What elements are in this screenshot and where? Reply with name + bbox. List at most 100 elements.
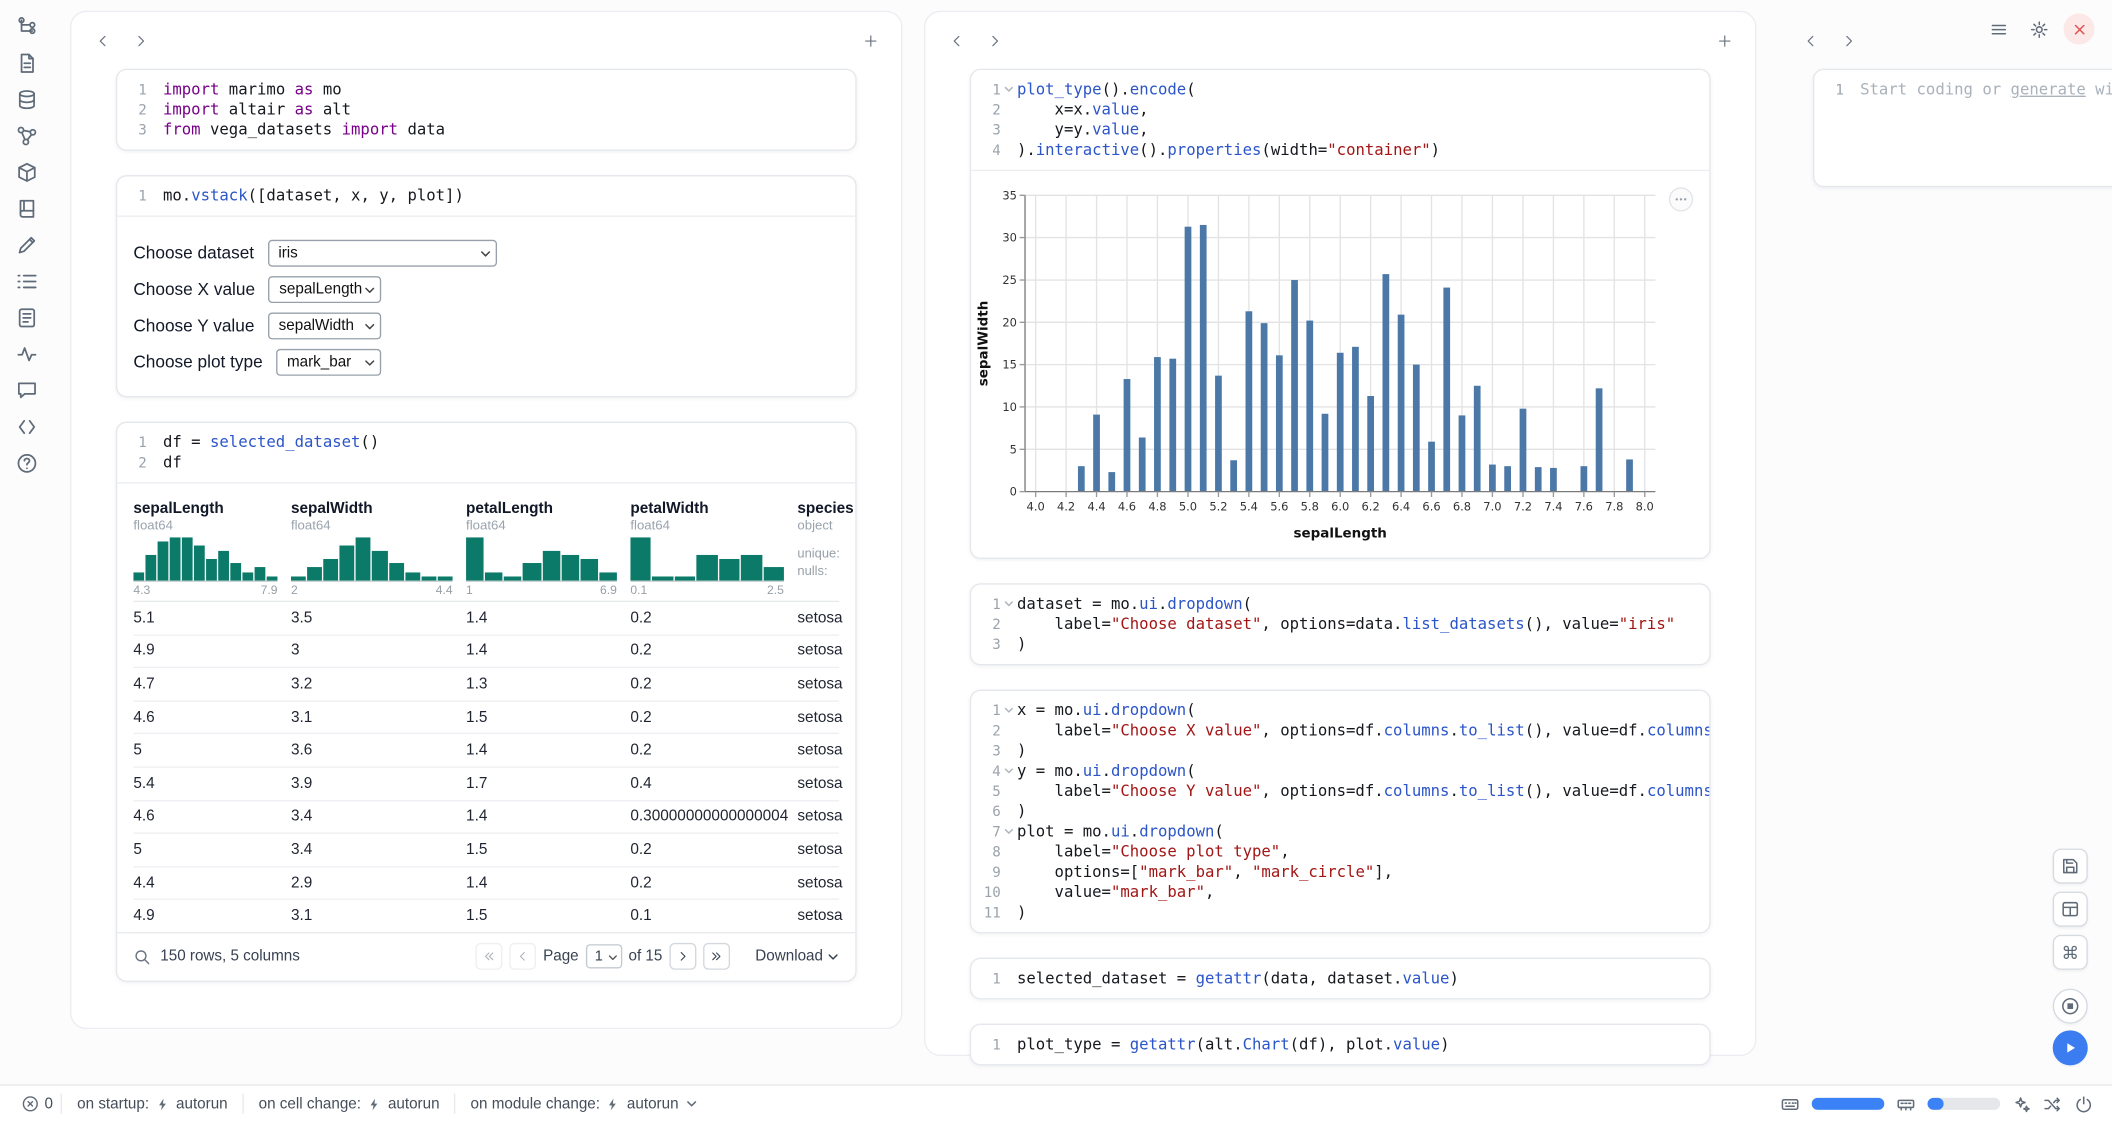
column-next-button[interactable] [981,27,1008,54]
fold-indicator[interactable] [1001,79,1017,94]
code-line[interactable]: 1plot_type().encode( [971,79,1696,99]
datasources-button[interactable] [12,88,42,111]
code-editor[interactable]: 1mo.vstack([dataset, x, y, plot]) [117,176,855,215]
marimo-file-button[interactable] [12,51,42,74]
code-line[interactable]: 1x = mo.ui.dropdown( [971,700,1696,720]
code-editor[interactable]: 1df = selected_dataset()2df [117,423,855,482]
notebook-button[interactable] [12,197,42,220]
add-cell-button[interactable] [1711,27,1738,54]
column-name[interactable]: sepalWidth [291,501,453,517]
code-text[interactable]: selected_dataset = getattr(data, dataset… [1017,968,1459,988]
file-explorer-button[interactable] [12,15,42,38]
cell-widget-dropdowns[interactable]: 1x = mo.ui.dropdown(2 label="Choose X va… [970,690,1711,934]
code-line[interactable]: 2df [117,453,842,473]
code-text[interactable]: x = mo.ui.dropdown( [1017,700,1196,720]
code-line[interactable]: 3) [971,741,1696,761]
code-text[interactable]: ) [1017,902,1026,922]
column-name[interactable]: species [797,501,855,517]
code-line[interactable]: 8 label="Choose plot type", [971,842,1696,862]
add-cell-button[interactable] [857,27,884,54]
generate-with-ai-link[interactable]: generate [2011,79,2086,98]
code-line[interactable]: 4).interactive().properties(width="conta… [971,140,1696,160]
code-editor[interactable]: 1x = mo.ui.dropdown(2 label="Choose X va… [971,691,1709,932]
code-text[interactable]: ) [1017,801,1026,821]
table-row[interactable]: 4.931.40.2setosa [133,635,839,668]
code-line[interactable]: 1selected_dataset = getattr(data, datase… [971,968,1696,988]
table-row[interactable]: 4.73.21.30.2setosa [133,668,839,701]
code-editor[interactable]: 1plot_type = getattr(alt.Chart(df), plot… [971,1025,1709,1064]
table-row[interactable]: 5.43.91.70.4setosa [133,768,839,801]
cell-plot-type[interactable]: 1plot_type = getattr(alt.Chart(df), plot… [970,1024,1711,1066]
outline-button[interactable] [12,269,42,292]
code-text[interactable]: import marimo as mo [163,79,342,99]
code-text[interactable]: df [163,453,182,473]
column-prev-button[interactable] [943,27,970,54]
code-text[interactable]: y=y.value, [1017,120,1149,140]
last-page-button[interactable] [703,943,730,970]
code-line[interactable]: 2 label="Choose dataset", options=data.l… [971,614,1696,634]
run-button[interactable] [2053,1030,2088,1065]
code-line[interactable]: 1import marimo as mo [117,79,842,99]
code-line[interactable]: 10 value="mark_bar", [971,882,1696,902]
prev-page-button[interactable] [509,943,536,970]
code-line[interactable]: 1 Start coding or generate with AI [1814,79,2112,99]
fold-indicator[interactable] [1001,594,1017,609]
table-row[interactable]: 4.63.41.40.30000000000000004setosa [133,801,839,834]
code-text[interactable]: ).interactive().properties(width="contai… [1017,140,1440,160]
code-line[interactable]: 2 label="Choose X value", options=df.col… [971,721,1696,741]
error-indicator[interactable]: 0 [13,1095,61,1113]
column-name[interactable]: sepalLength [133,501,277,517]
table-row[interactable]: 4.63.11.50.2setosa [133,701,839,734]
save-button[interactable] [2053,849,2088,884]
packages-button[interactable] [12,160,42,183]
table-row[interactable]: 53.41.50.2setosa [133,834,839,867]
code-editor[interactable]: 1selected_dataset = getattr(data, datase… [971,959,1709,998]
code-line[interactable]: 3) [971,634,1696,654]
scratchpad-button[interactable] [12,233,42,256]
column-histogram[interactable] [291,536,453,582]
layout-button[interactable] [2053,892,2088,927]
dataset-select[interactable]: iris [268,239,497,266]
column-next-button[interactable] [127,27,154,54]
plot-type-select[interactable]: mark_bar [276,348,381,375]
snippets-button[interactable] [12,415,42,438]
shutdown-button[interactable] [2064,13,2095,44]
keyboard-icon[interactable] [1781,1094,1800,1113]
cell-dataframe[interactable]: 1df = selected_dataset()2df sepalLengthf… [116,422,857,982]
on-module-change-setting[interactable]: on module change: autorun [456,1096,713,1112]
code-text[interactable]: plot_type = getattr(alt.Chart(df), plot.… [1017,1034,1450,1054]
code-text[interactable]: from vega_datasets import data [163,120,445,140]
column-name[interactable]: petalWidth [630,501,784,517]
cell-selected-dataset[interactable]: 1selected_dataset = getattr(data, datase… [970,958,1711,1000]
code-line[interactable]: 7plot = mo.ui.dropdown( [971,822,1696,842]
code-text[interactable]: df = selected_dataset() [163,432,379,452]
code-text[interactable]: plot_type().encode( [1017,79,1196,99]
code-line[interactable]: 1mo.vstack([dataset, x, y, plot]) [117,186,842,206]
code-line[interactable]: 4y = mo.ui.dropdown( [971,761,1696,781]
table-row[interactable]: 53.61.40.2setosa [133,735,839,768]
code-line[interactable]: 9 options=["mark_bar", "mark_circle"], [971,862,1696,882]
chart-actions-button[interactable] [1669,187,1693,211]
code-editor[interactable]: 1plot_type().encode(2 x=x.value,3 y=y.va… [971,70,1709,170]
cell-dataset-dropdown[interactable]: 1dataset = mo.ui.dropdown(2 label="Choos… [970,583,1711,665]
help-button[interactable] [12,451,42,474]
code-text[interactable]: mo.vstack([dataset, x, y, plot]) [163,186,464,206]
next-page-button[interactable] [669,943,696,970]
download-button[interactable]: Download [755,949,839,965]
code-editor[interactable]: 1import marimo as mo2import altair as al… [117,70,855,149]
column-histogram[interactable] [630,536,784,582]
code-text[interactable]: label="Choose dataset", options=data.lis… [1017,614,1675,634]
code-line[interactable]: 1dataset = mo.ui.dropdown( [971,594,1696,614]
cell-vstack[interactable]: 1mo.vstack([dataset, x, y, plot]) Choose… [116,175,857,397]
code-line[interactable]: 1df = selected_dataset() [117,432,842,452]
memory-meter[interactable] [1927,1098,2000,1110]
code-text[interactable]: plot = mo.ui.dropdown( [1017,822,1224,842]
code-line[interactable]: 1plot_type = getattr(alt.Chart(df), plot… [971,1034,1696,1054]
memory-icon[interactable] [1896,1094,1915,1113]
code-line[interactable]: 2 x=x.value, [971,100,1696,120]
on-cell-change-setting[interactable]: on cell change: autorun [244,1096,455,1112]
on-startup-setting[interactable]: on startup: autorun [62,1096,242,1112]
code-text[interactable]: dataset = mo.ui.dropdown( [1017,594,1252,614]
keyboard-shortcuts-button[interactable]: ⌘ [2053,935,2088,970]
code-text[interactable]: label="Choose plot type", [1017,842,1290,862]
